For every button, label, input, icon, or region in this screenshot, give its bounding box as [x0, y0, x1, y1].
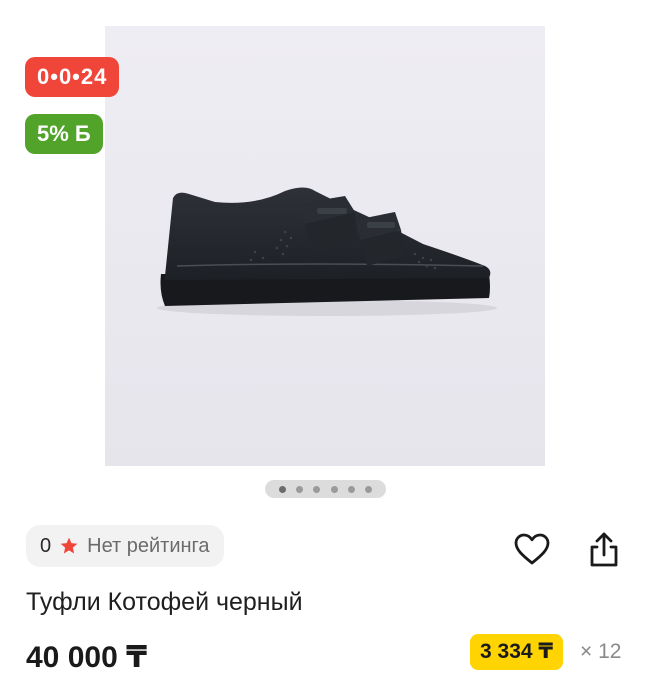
countdown-badge: 0•0•24 [25, 57, 120, 97]
pager-dot[interactable] [296, 485, 304, 493]
rating-label: Нет рейтинга [87, 534, 210, 557]
pager-dot[interactable] [313, 485, 321, 493]
rating-count: 0 [40, 534, 52, 557]
heart-icon[interactable] [512, 530, 552, 570]
installment-price[interactable]: 3 334 ₸ [470, 634, 563, 670]
product-title: Туфли Котофей черный [26, 588, 303, 616]
product-card: 0•0•24 5% Б 0 Нет рейтинга Туфли Котофей… [0, 0, 651, 699]
sneaker-illustration [105, 26, 545, 466]
installment-multiplier: × 12 [580, 640, 622, 663]
star-icon [59, 536, 79, 556]
bonus-badge: 5% Б [25, 114, 103, 154]
product-price: 40 000 ₸ [26, 641, 147, 674]
pager-dot[interactable] [279, 485, 287, 493]
pager-dot[interactable] [364, 485, 372, 493]
pager-dot[interactable] [347, 485, 355, 493]
share-icon[interactable] [584, 530, 624, 570]
gallery-pager[interactable] [265, 480, 386, 498]
pager-dot[interactable] [330, 485, 338, 493]
rating-chip[interactable]: 0 Нет рейтинга [26, 525, 224, 567]
product-image[interactable] [105, 26, 545, 466]
